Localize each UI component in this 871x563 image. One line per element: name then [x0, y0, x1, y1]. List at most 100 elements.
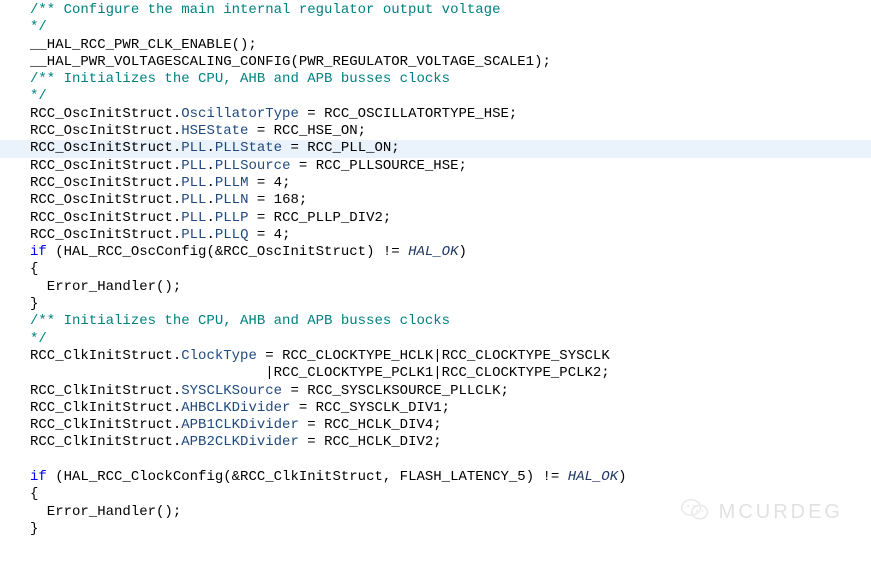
- code-token: ): [459, 244, 467, 260]
- code-token: = 4;: [248, 227, 290, 243]
- code-token: PLL: [181, 210, 206, 226]
- code-token: ): [618, 469, 626, 485]
- code-token: .: [206, 140, 214, 156]
- code-token: if: [30, 469, 47, 485]
- code-line: /** Initializes the CPU, AHB and APB bus…: [0, 313, 871, 330]
- code-token: = RCC_PLLSOURCE_HSE;: [290, 158, 466, 174]
- code-line: __HAL_RCC_PWR_CLK_ENABLE();: [0, 37, 871, 54]
- code-token: PLL: [181, 140, 206, 156]
- code-line: RCC_OscInitStruct.HSEState = RCC_HSE_ON;: [0, 123, 871, 140]
- code-token: */: [30, 19, 47, 35]
- code-token: = RCC_HSE_ON;: [248, 123, 366, 139]
- code-token: RCC_ClkInitStruct.: [30, 383, 181, 399]
- code-token: = RCC_PLL_ON;: [282, 140, 400, 156]
- code-token: .: [206, 192, 214, 208]
- code-token: = RCC_SYSCLK_DIV1;: [290, 400, 450, 416]
- code-line: RCC_OscInitStruct.PLL.PLLQ = 4;: [0, 227, 871, 244]
- code-line: if (HAL_RCC_OscConfig(&RCC_OscInitStruct…: [0, 244, 871, 261]
- code-token: RCC_OscInitStruct.: [30, 123, 181, 139]
- code-token: SYSCLKSource: [181, 383, 282, 399]
- code-line: /** Initializes the CPU, AHB and APB bus…: [0, 71, 871, 88]
- code-token: |RCC_CLOCKTYPE_PCLK1|RCC_CLOCKTYPE_PCLK2…: [30, 365, 610, 381]
- code-token: /** Initializes the CPU, AHB and APB bus…: [30, 71, 458, 87]
- code-token: __HAL_PWR_VOLTAGESCALING_CONFIG(PWR_REGU…: [30, 54, 551, 70]
- code-line: |RCC_CLOCKTYPE_PCLK1|RCC_CLOCKTYPE_PCLK2…: [0, 365, 871, 382]
- code-token: /** Initializes the CPU, AHB and APB bus…: [30, 313, 458, 329]
- code-token: RCC_ClkInitStruct.: [30, 417, 181, 433]
- code-token: .: [206, 210, 214, 226]
- code-line: Error_Handler();: [0, 504, 871, 521]
- code-token: RCC_OscInitStruct.: [30, 227, 181, 243]
- code-token: ClockType: [181, 348, 257, 364]
- code-token: RCC_OscInitStruct.: [30, 175, 181, 191]
- code-token: APB1CLKDivider: [181, 417, 299, 433]
- code-token: HSEState: [181, 123, 248, 139]
- code-line: [0, 452, 871, 469]
- code-line: if (HAL_RCC_ClockConfig(&RCC_ClkInitStru…: [0, 469, 871, 486]
- code-token: .: [206, 227, 214, 243]
- code-token: PLLQ: [215, 227, 249, 243]
- code-line: __HAL_PWR_VOLTAGESCALING_CONFIG(PWR_REGU…: [0, 54, 871, 71]
- code-line: RCC_OscInitStruct.PLL.PLLP = RCC_PLLP_DI…: [0, 210, 871, 227]
- code-token: Error_Handler();: [30, 504, 181, 520]
- code-line: RCC_OscInitStruct.PLL.PLLN = 168;: [0, 192, 871, 209]
- code-editor: /** Configure the main internal regulato…: [0, 0, 871, 538]
- code-token: PLL: [181, 158, 206, 174]
- code-token: = 168;: [248, 192, 307, 208]
- code-token: (HAL_RCC_ClockConfig(&RCC_ClkInitStruct,…: [47, 469, 568, 485]
- code-token: OscillatorType: [181, 106, 299, 122]
- code-token: */: [30, 88, 47, 104]
- code-token: PLLSource: [215, 158, 291, 174]
- code-token: = RCC_PLLP_DIV2;: [248, 210, 391, 226]
- code-token: PLLN: [215, 192, 249, 208]
- code-line: }: [0, 296, 871, 313]
- code-line: /** Configure the main internal regulato…: [0, 2, 871, 19]
- code-token: RCC_OscInitStruct.: [30, 106, 181, 122]
- code-line: {: [0, 261, 871, 278]
- code-token: }: [30, 296, 38, 312]
- code-line: */: [0, 331, 871, 348]
- code-line: */: [0, 19, 871, 36]
- code-line: RCC_OscInitStruct.PLL.PLLState = RCC_PLL…: [0, 140, 871, 157]
- code-token: Error_Handler();: [30, 279, 181, 295]
- code-token: RCC_ClkInitStruct.: [30, 434, 181, 450]
- code-line: RCC_ClkInitStruct.AHBCLKDivider = RCC_SY…: [0, 400, 871, 417]
- code-token: APB2CLKDivider: [181, 434, 299, 450]
- code-line: {: [0, 486, 871, 503]
- code-token: if: [30, 244, 47, 260]
- code-token: HAL_OK: [408, 244, 458, 260]
- code-line: RCC_ClkInitStruct.APB2CLKDivider = RCC_H…: [0, 434, 871, 451]
- code-line: }: [0, 521, 871, 538]
- code-token: (HAL_RCC_OscConfig(&RCC_OscInitStruct) !…: [47, 244, 408, 260]
- code-token: .: [206, 158, 214, 174]
- code-token: = RCC_OSCILLATORTYPE_HSE;: [299, 106, 517, 122]
- code-token: {: [30, 486, 38, 502]
- code-token: PLL: [181, 175, 206, 191]
- code-token: __HAL_RCC_PWR_CLK_ENABLE();: [30, 37, 257, 53]
- code-token: = RCC_HCLK_DIV4;: [299, 417, 442, 433]
- code-token: HAL_OK: [568, 469, 618, 485]
- code-line: RCC_OscInitStruct.OscillatorType = RCC_O…: [0, 106, 871, 123]
- code-token: PLLState: [215, 140, 282, 156]
- code-line: RCC_ClkInitStruct.ClockType = RCC_CLOCKT…: [0, 348, 871, 365]
- code-token: PLL: [181, 192, 206, 208]
- code-line: RCC_OscInitStruct.PLL.PLLM = 4;: [0, 175, 871, 192]
- code-token: RCC_ClkInitStruct.: [30, 348, 181, 364]
- code-token: = RCC_HCLK_DIV2;: [299, 434, 442, 450]
- code-token: PLLP: [215, 210, 249, 226]
- code-line: RCC_OscInitStruct.PLL.PLLSource = RCC_PL…: [0, 158, 871, 175]
- code-token: = RCC_CLOCKTYPE_HCLK|RCC_CLOCKTYPE_SYSCL…: [257, 348, 610, 364]
- code-token: {: [30, 261, 38, 277]
- code-line: */: [0, 88, 871, 105]
- code-token: PLLM: [215, 175, 249, 191]
- code-token: RCC_OscInitStruct.: [30, 140, 181, 156]
- code-line: RCC_ClkInitStruct.APB1CLKDivider = RCC_H…: [0, 417, 871, 434]
- code-token: AHBCLKDivider: [181, 400, 290, 416]
- code-token: }: [30, 521, 38, 537]
- code-token: RCC_OscInitStruct.: [30, 210, 181, 226]
- code-token: */: [30, 331, 47, 347]
- code-token: .: [206, 175, 214, 191]
- code-line: Error_Handler();: [0, 279, 871, 296]
- code-token: = 4;: [248, 175, 290, 191]
- code-token: RCC_OscInitStruct.: [30, 192, 181, 208]
